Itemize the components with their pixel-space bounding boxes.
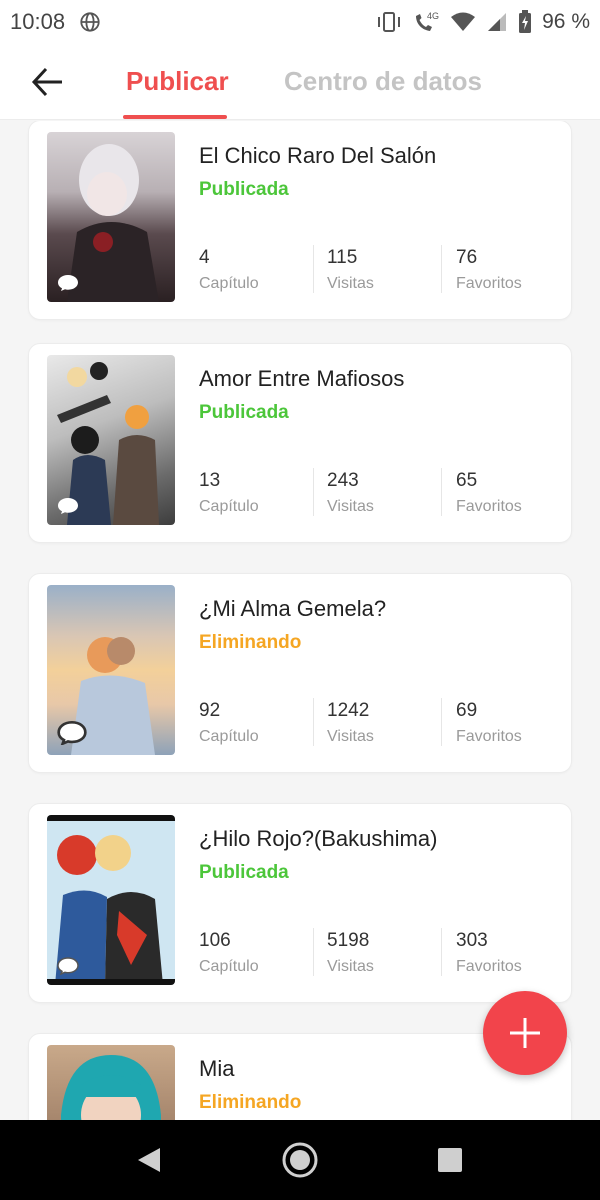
stat-divider <box>313 698 314 746</box>
chapters-count: 106 <box>199 930 231 951</box>
views-count: 243 <box>327 470 359 491</box>
story-cover-image <box>47 355 175 525</box>
views-label: Visitas <box>327 275 374 292</box>
favorites-stat: 76 Favoritos <box>456 247 584 297</box>
story-status: Eliminando <box>199 1092 302 1113</box>
vibrate-icon <box>378 12 401 32</box>
chapters-stat: 92 Capítulo <box>199 700 327 750</box>
chapters-stat: 4 Capítulo <box>199 247 327 297</box>
views-stat: 243 Visitas <box>327 470 455 520</box>
story-status: Eliminando <box>199 632 302 653</box>
views-stat: 1242 Visitas <box>327 700 455 750</box>
comment-icon <box>58 275 78 291</box>
favorites-label: Favoritos <box>456 728 522 745</box>
tab-centro-de-datos[interactable]: Centro de datos <box>284 66 482 97</box>
story-cover-image <box>47 1045 175 1120</box>
stat-divider <box>313 245 314 293</box>
story-cover-image <box>47 815 175 985</box>
cell-signal-icon <box>488 13 507 31</box>
stat-divider <box>441 468 442 516</box>
favorites-label: Favoritos <box>456 275 522 292</box>
story-status: Publicada <box>199 179 289 200</box>
stat-divider <box>313 468 314 516</box>
story-cover-image <box>47 585 175 755</box>
favorites-count: 303 <box>456 930 488 951</box>
nav-back-icon[interactable] <box>130 1140 170 1180</box>
network-label: 4G <box>427 11 439 21</box>
story-card[interactable]: El Chico Raro Del Salón Publicada 4 Capí… <box>28 121 572 320</box>
add-story-button[interactable] <box>483 991 567 1075</box>
views-stat: 5198 Visitas <box>327 930 455 980</box>
wifi-icon <box>451 12 476 31</box>
chapters-label: Capítulo <box>199 275 259 292</box>
story-title: ¿Mi Alma Gemela? <box>199 596 387 621</box>
chapters-stat: 106 Capítulo <box>199 930 327 980</box>
phone-4g-icon: 4G <box>416 11 439 31</box>
story-title: Mia <box>199 1056 235 1081</box>
views-count: 115 <box>327 247 358 268</box>
chapters-count: 13 <box>199 470 221 491</box>
plus-icon <box>510 1018 540 1048</box>
story-status: Publicada <box>199 402 289 423</box>
favorites-label: Favoritos <box>456 958 522 975</box>
story-title: El Chico Raro Del Salón <box>199 143 437 168</box>
story-card[interactable]: ¿Mi Alma Gemela? Eliminando 92 Capítulo … <box>28 573 572 773</box>
tab-publicar[interactable]: Publicar <box>126 66 229 97</box>
story-cover-image <box>47 132 175 302</box>
comment-icon <box>58 498 78 514</box>
favorites-label: Favoritos <box>456 498 522 515</box>
favorites-stat: 65 Favoritos <box>456 470 584 520</box>
story-title: Amor Entre Mafiosos <box>199 366 405 391</box>
chapters-count: 4 <box>199 247 210 268</box>
active-tab-indicator <box>123 115 227 119</box>
comment-icon <box>57 957 79 975</box>
stat-divider <box>441 698 442 746</box>
story-title: ¿Hilo Rojo?(Bakushima) <box>199 826 438 851</box>
story-card[interactable]: ¿Hilo Rojo?(Bakushima) Publicada 106 Cap… <box>28 803 572 1003</box>
system-navigation-bar <box>0 1120 600 1200</box>
app-header: Publicar Centro de datos <box>0 44 600 120</box>
arrow-left-icon <box>31 67 62 97</box>
stat-divider <box>441 928 442 976</box>
favorites-stat: 303 Favoritos <box>456 930 584 980</box>
views-count: 5198 <box>327 930 370 951</box>
favorites-count: 65 <box>456 470 478 491</box>
views-label: Visitas <box>327 728 374 745</box>
favorites-count: 69 <box>456 700 478 721</box>
globe-icon <box>80 12 100 32</box>
stat-divider <box>313 928 314 976</box>
story-status: Publicada <box>199 862 289 883</box>
chapters-label: Capítulo <box>199 728 259 745</box>
views-label: Visitas <box>327 958 374 975</box>
status-bar: 10:08 4G 96 % <box>0 0 600 44</box>
battery-percentage: 96 % <box>542 10 590 33</box>
back-button[interactable] <box>28 62 68 102</box>
views-count: 1242 <box>327 700 370 721</box>
nav-recents-icon[interactable] <box>430 1140 470 1180</box>
nav-home-icon[interactable] <box>280 1140 320 1180</box>
stat-divider <box>441 245 442 293</box>
chapters-label: Capítulo <box>199 498 259 515</box>
favorites-stat: 69 Favoritos <box>456 700 584 750</box>
favorites-count: 76 <box>456 247 478 268</box>
comment-icon <box>57 721 87 745</box>
status-time: 10:08 <box>10 9 66 34</box>
story-list: El Chico Raro Del Salón Publicada 4 Capí… <box>0 121 600 1120</box>
battery-icon <box>519 10 532 33</box>
chapters-count: 92 <box>199 700 221 721</box>
views-stat: 115 Visitas <box>327 247 455 297</box>
views-label: Visitas <box>327 498 374 515</box>
chapters-label: Capítulo <box>199 958 259 975</box>
chapters-stat: 13 Capítulo <box>199 470 327 520</box>
story-card[interactable]: Amor Entre Mafiosos Publicada 13 Capítul… <box>28 343 572 543</box>
